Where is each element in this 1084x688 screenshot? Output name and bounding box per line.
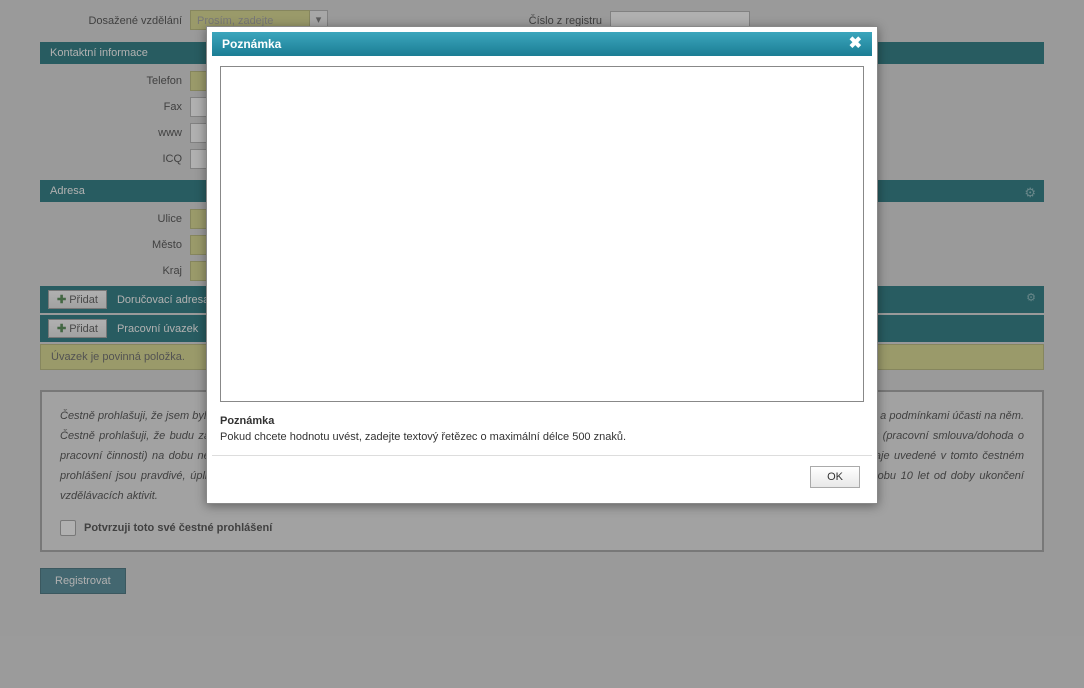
- modal-footer: OK: [212, 455, 872, 498]
- note-modal: Poznámka ✖ Poznámka Pokud chcete hodnotu…: [206, 26, 878, 504]
- close-icon[interactable]: ✖: [849, 37, 862, 51]
- modal-title: Poznámka: [222, 37, 281, 51]
- modal-body: [212, 56, 872, 409]
- hint-desc: Pokud chcete hodnotu uvést, zadejte text…: [220, 431, 864, 443]
- modal-hint: Poznámka Pokud chcete hodnotu uvést, zad…: [212, 409, 872, 455]
- ok-button[interactable]: OK: [810, 466, 860, 488]
- note-textarea[interactable]: [220, 66, 864, 402]
- hint-title: Poznámka: [220, 415, 864, 427]
- modal-header[interactable]: Poznámka ✖: [212, 32, 872, 56]
